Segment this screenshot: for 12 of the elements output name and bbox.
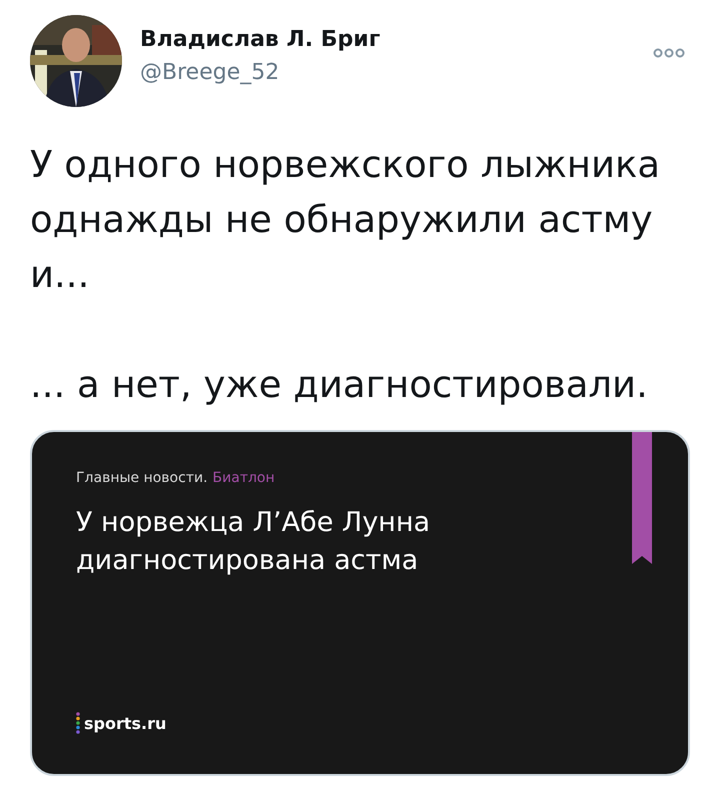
news-section-label: Главные новости. (76, 470, 208, 486)
author-name[interactable]: Владислав Л. Бриг (140, 27, 380, 52)
bookmark-ribbon-icon (632, 432, 652, 564)
news-category-label: Биатлон (212, 470, 275, 486)
more-options-icon[interactable] (653, 48, 685, 58)
brand-logo-text: sports.ru (84, 714, 166, 732)
logo-dots-icon (76, 712, 80, 734)
tweet-text: У одного норвежского лыжника однажды не обнаружили астму и... (30, 142, 662, 298)
link-preview-card[interactable]: Главные новости. Биатлон У норвежца Л’Абе Лунна диагностирована астма sports.ru (30, 430, 690, 776)
news-headline: У норвежца Л’Абе Лунна диагностирована астма (76, 506, 432, 578)
author-handle[interactable]: @Breege_52 (140, 60, 380, 85)
tweet-text: ... а нет, уже диагностировали. (30, 362, 649, 408)
